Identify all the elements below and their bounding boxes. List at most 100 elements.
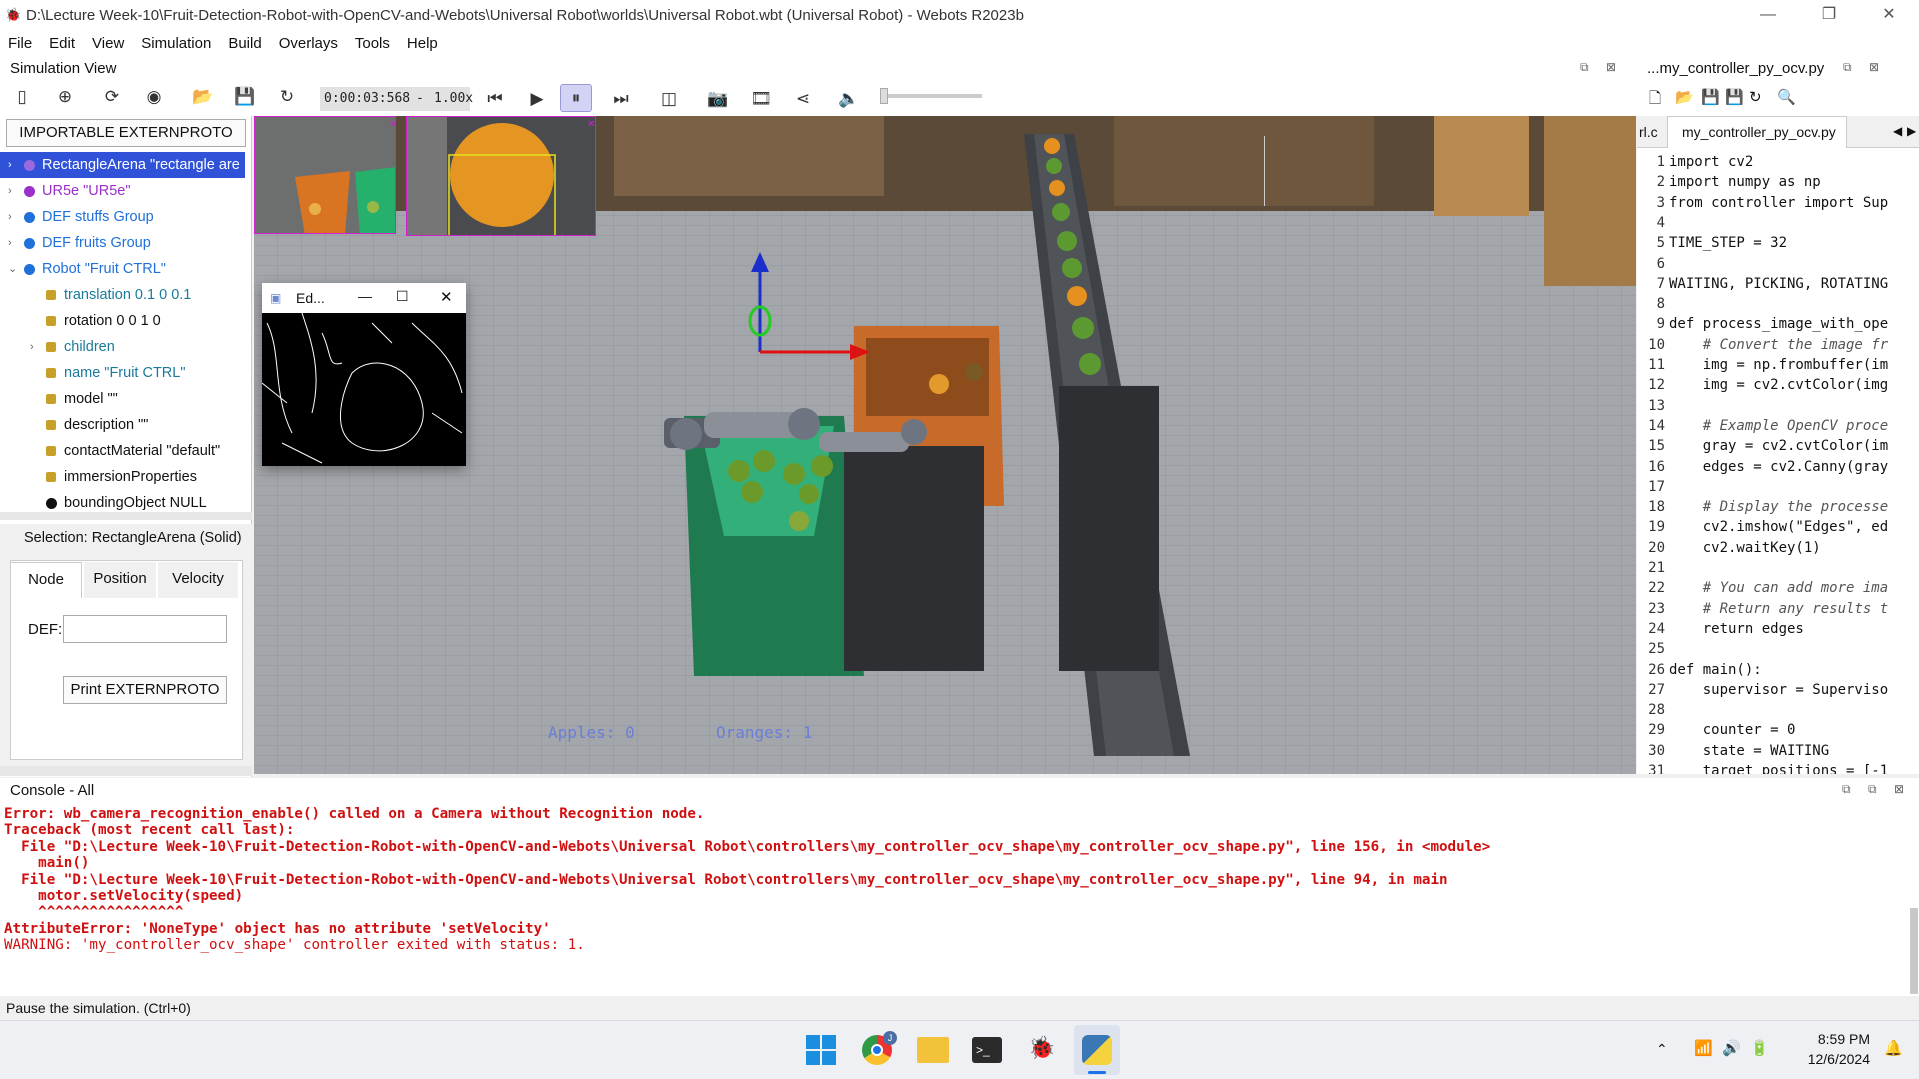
code-line[interactable]: 29 counter = 0	[1637, 720, 1795, 740]
code-line[interactable]: 18 # Display the processe	[1637, 497, 1888, 517]
print-externproto-button[interactable]: Print EXTERNPROTO	[63, 676, 227, 704]
menu-simulation[interactable]: Simulation	[141, 35, 211, 52]
expand-arrow-icon[interactable]: ›	[30, 334, 34, 360]
terminal-icon[interactable]: >_	[972, 1037, 1002, 1063]
code-line[interactable]: 11 img = np.frombuffer(im	[1637, 355, 1888, 375]
save-file-icon[interactable]: 💾	[1725, 88, 1744, 106]
maximize-button[interactable]: ❐	[1806, 0, 1852, 30]
code-line[interactable]: 4	[1637, 213, 1669, 233]
code-line[interactable]: 5 TIME_STEP = 32	[1637, 233, 1787, 253]
edges-window[interactable]: ▣ Ed... — ☐ ✕	[262, 283, 466, 466]
run-icon[interactable]: ⏭	[608, 86, 634, 112]
code-line[interactable]: 2 import numpy as np	[1637, 172, 1821, 192]
revert-file-icon[interactable]: ↻	[1749, 88, 1762, 106]
sound-icon[interactable]: 🔈	[836, 86, 862, 112]
tree-item[interactable]: contactMaterial "default"	[0, 438, 245, 464]
close-button[interactable]: ✕	[1866, 0, 1912, 30]
tree-item[interactable]: › children	[0, 334, 245, 360]
tree-item[interactable]: ⌄ Robot "Fruit CTRL"	[0, 256, 245, 282]
windows-start-icon[interactable]	[806, 1035, 836, 1065]
tab-node[interactable]: Node	[10, 562, 82, 598]
menu-edit[interactable]: Edit	[49, 35, 75, 52]
code-line[interactable]: 21	[1637, 558, 1669, 578]
tab-velocity[interactable]: Velocity	[158, 562, 238, 598]
code-line[interactable]: 22 # You can add more ima	[1637, 578, 1888, 598]
reload-world-icon[interactable]: ↻	[274, 84, 300, 110]
tab-position[interactable]: Position	[84, 562, 156, 598]
camera-overlay-1[interactable]: ✕	[254, 116, 396, 234]
file-explorer-icon[interactable]	[917, 1037, 949, 1063]
expand-arrow-icon[interactable]: ›	[8, 178, 12, 204]
expand-arrow-icon[interactable]: ›	[8, 152, 12, 178]
code-line[interactable]: 31 target_positions = [-1	[1637, 761, 1888, 774]
code-line[interactable]: 30 state = WAITING	[1637, 741, 1829, 761]
pause-button-icon[interactable]: ⏸	[560, 84, 592, 112]
find-icon[interactable]: 🔍	[1777, 88, 1796, 106]
step-icon[interactable]: ▶	[524, 86, 550, 112]
expand-arrow-icon[interactable]: ⌄	[8, 256, 17, 282]
code-line[interactable]: 17	[1637, 477, 1669, 497]
edges-minimize-button[interactable]: —	[358, 288, 372, 304]
clock-date[interactable]: 12/6/2024	[1790, 1051, 1870, 1067]
code-line[interactable]: 15 gray = cv2.cvtColor(im	[1637, 436, 1888, 456]
code-line[interactable]: 6	[1637, 254, 1669, 274]
importable-externproto-button[interactable]: IMPORTABLE EXTERNPROTO	[6, 119, 246, 147]
tree-item[interactable]: name "Fruit CTRL"	[0, 360, 245, 386]
def-input[interactable]	[63, 615, 227, 643]
code-line[interactable]: 7 WAITING, PICKING, ROTATING	[1637, 274, 1889, 294]
volume-handle[interactable]	[880, 88, 888, 104]
tree-item[interactable]: › UR5e "UR5e"	[0, 178, 245, 204]
menu-view[interactable]: View	[92, 35, 124, 52]
menu-file[interactable]: File	[8, 35, 32, 52]
code-area[interactable]: 1 import cv2 2 import numpy as np 3 from cont…	[1637, 152, 1919, 774]
console-close-icon[interactable]: ⊠	[1894, 782, 1904, 796]
console-float-icon[interactable]: ⧉	[1842, 782, 1851, 797]
tree-item[interactable]: description ""	[0, 412, 245, 438]
code-line[interactable]: 13	[1637, 396, 1669, 416]
code-line[interactable]: 19 cv2.imshow("Edges", ed	[1637, 517, 1888, 537]
text-editor[interactable]: rl.c my_controller_py_ocv.py ◀ ▶ 1 import…	[1637, 116, 1919, 774]
reload-node-icon[interactable]: ⟳	[99, 84, 125, 110]
toggle-scene-tree-icon[interactable]: ▯	[9, 84, 35, 110]
minimize-button[interactable]: —	[1745, 0, 1791, 30]
tree-item[interactable]: translation 0.1 0 0.1	[0, 282, 245, 308]
console-settings-icon[interactable]: ⧉	[1868, 782, 1877, 797]
webots-taskbar-icon[interactable]: 🐞	[1028, 1035, 1055, 1061]
open-world-icon[interactable]: 📂	[190, 84, 216, 110]
screenshot-icon[interactable]: 📷	[705, 86, 731, 112]
code-line[interactable]: 27 supervisor = Superviso	[1637, 680, 1888, 700]
code-line[interactable]: 20 cv2.waitKey(1)	[1637, 538, 1821, 558]
tab-scroll-right-icon[interactable]: ▶	[1907, 124, 1916, 138]
code-line[interactable]: 1 import cv2	[1637, 152, 1754, 172]
expand-arrow-icon[interactable]: ›	[8, 230, 12, 256]
clock-time[interactable]: 8:59 PM	[1800, 1031, 1870, 1047]
save-as-icon[interactable]: 💾	[1701, 88, 1720, 106]
editor-float-icon[interactable]: ⧉	[1843, 60, 1852, 75]
code-line[interactable]: 26 def main():	[1637, 660, 1762, 680]
volume-icon[interactable]: 🔊	[1722, 1039, 1741, 1057]
notification-bell-icon[interactable]: 🔔	[1884, 1039, 1903, 1057]
open-file-icon[interactable]: 📂	[1675, 88, 1694, 106]
tree-item[interactable]: rotation 0 0 1 0	[0, 308, 245, 334]
new-file-icon[interactable]: 🗋	[1649, 88, 1661, 113]
code-line[interactable]: 9 def process_image_with_ope	[1637, 314, 1889, 334]
menu-help[interactable]: Help	[407, 35, 438, 52]
reset-simulation-icon[interactable]: ⏮	[482, 86, 508, 112]
code-line[interactable]: 16 edges = cv2.Canny(gray	[1637, 457, 1888, 477]
share-icon[interactable]: ⋖	[790, 86, 816, 112]
code-line[interactable]: 23 # Return any results t	[1637, 599, 1888, 619]
save-world-icon[interactable]: 💾	[232, 84, 258, 110]
editor-close-icon[interactable]: ⊠	[1869, 60, 1879, 74]
tree-horizontal-scrollbar[interactable]	[0, 512, 252, 520]
edges-maximize-button[interactable]: ☐	[396, 288, 409, 305]
field-editor-scrollbar[interactable]	[0, 766, 252, 776]
toggle-rendering-icon[interactable]: ◫	[656, 86, 682, 112]
tree-item[interactable]: immersionProperties	[0, 464, 245, 490]
code-line[interactable]: 8	[1637, 294, 1669, 314]
python-taskbar-button[interactable]	[1074, 1025, 1120, 1075]
volume-slider[interactable]	[880, 88, 982, 104]
code-line[interactable]: 14 # Example OpenCV proce	[1637, 416, 1888, 436]
code-line[interactable]: 28	[1637, 700, 1669, 720]
close-panel-icon[interactable]: ⊠	[1606, 60, 1616, 74]
menu-overlays[interactable]: Overlays	[279, 35, 338, 52]
